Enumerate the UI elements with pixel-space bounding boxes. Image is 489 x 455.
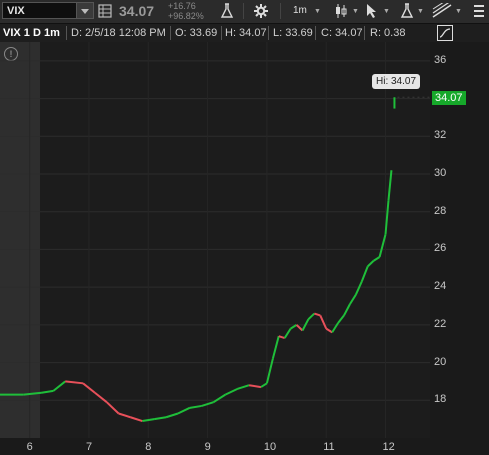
y-tick-label: 30	[434, 167, 447, 179]
drawings-icon[interactable]	[432, 2, 452, 20]
chevron-down-icon[interactable]	[76, 3, 93, 18]
change-values: +16.76 +96.82%	[168, 1, 204, 21]
y-tick-label: 32	[434, 129, 447, 142]
price-segment	[290, 324, 298, 330]
chevron-down-icon[interactable]: ▼	[314, 8, 321, 15]
price-segment	[271, 335, 280, 360]
infobar-separator	[66, 26, 67, 40]
price-segment	[295, 324, 304, 332]
infobar-separator	[268, 26, 269, 40]
chevron-down-icon[interactable]: ▼	[455, 8, 462, 15]
current-price-tag: 34.07	[432, 91, 466, 105]
gear-icon[interactable]	[254, 2, 268, 20]
price-segment	[236, 384, 250, 390]
price-segment	[52, 380, 66, 392]
chevron-down-icon[interactable]: ▼	[417, 8, 424, 15]
percent-change: +96.82%	[168, 11, 204, 21]
y-tick-label: 24	[434, 280, 447, 293]
style-toggle-icon[interactable]	[437, 24, 453, 42]
bar-close: C: 34.07	[321, 27, 363, 39]
price-segment	[65, 380, 84, 385]
studies-flask-icon[interactable]	[400, 2, 414, 20]
price-segment	[142, 418, 155, 423]
price-segment	[248, 384, 262, 389]
price-segment	[378, 234, 387, 258]
candlestick-icon[interactable]	[334, 2, 348, 20]
chart-symbol-aggregation[interactable]: VIX 1 D 1m	[3, 27, 60, 39]
net-change: +16.76	[168, 1, 196, 11]
toolbar-separator	[280, 3, 281, 19]
time-axis[interactable]: 6 7 8 9 10 11 12	[0, 438, 489, 455]
infobar-separator	[364, 26, 365, 40]
chevron-down-icon[interactable]: ▼	[383, 8, 390, 15]
infobar-separator	[315, 26, 316, 40]
x-tick-label: 10	[263, 441, 277, 453]
ohlc-infobar: VIX 1 D 1m D: 2/5/18 12:08 PM O: 33.69 H…	[0, 24, 489, 42]
timeframe-button[interactable]: 1m	[293, 5, 307, 16]
y-tick-label: 22	[434, 317, 447, 330]
y-tick-label: 26	[434, 242, 447, 255]
price-segment	[260, 382, 268, 388]
x-tick-label: 11	[323, 441, 335, 453]
price-segment	[307, 312, 316, 320]
bar-range: R: 0.38	[370, 27, 406, 39]
price-segment	[367, 260, 375, 268]
price-segment	[325, 327, 333, 334]
y-tick-label: 28	[434, 204, 447, 217]
price-line-plot	[0, 42, 430, 438]
y-tick-label: 36	[434, 53, 447, 66]
price-segment	[23, 391, 42, 396]
price-segment	[41, 389, 54, 394]
price-segment	[118, 412, 131, 419]
price-segment	[224, 388, 238, 396]
flask-icon[interactable]	[220, 2, 234, 20]
bar-low: L: 33.69	[273, 27, 313, 39]
price-segment	[314, 312, 321, 317]
price-segment	[106, 401, 120, 415]
infobar-separator	[221, 26, 222, 40]
last-price: 34.07	[119, 3, 155, 19]
price-segment	[212, 393, 226, 404]
y-tick-label: 20	[434, 355, 447, 368]
price-segment	[360, 266, 369, 282]
menu-icon[interactable]	[474, 2, 484, 20]
grid-icon[interactable]	[98, 2, 112, 20]
price-segment	[343, 303, 351, 316]
price-segment	[373, 256, 381, 262]
price-segment	[337, 314, 345, 324]
price-segment	[177, 406, 191, 415]
bar-high: H: 34.07	[225, 27, 267, 39]
price-segment	[319, 315, 328, 330]
toolbar-separator	[243, 3, 244, 19]
symbol-text: VIX	[7, 5, 25, 17]
high-bubble: Hi: 34.07	[372, 74, 421, 89]
price-segment	[130, 416, 143, 422]
price-segment	[387, 170, 393, 201]
y-tick-label: 18	[434, 393, 447, 406]
toolbar: VIX 34.07 +16.76 +96.82% 1m ▼ ▼ ▼ ▼ ▼	[0, 0, 489, 24]
x-tick-label: 9	[204, 441, 211, 453]
x-tick-label: 12	[382, 441, 395, 453]
cursor-arrow-icon[interactable]	[366, 2, 378, 20]
price-segment	[349, 294, 357, 305]
x-tick-label: 7	[85, 441, 93, 453]
symbol-selector[interactable]: VIX	[2, 2, 94, 19]
x-tick-label: 6	[26, 441, 33, 453]
x-tick-label: 8	[145, 441, 152, 453]
infobar-separator	[170, 26, 171, 40]
price-segment	[189, 404, 202, 409]
price-segment	[154, 416, 167, 421]
price-segment	[165, 412, 179, 419]
price-segment	[283, 328, 292, 339]
bar-open: O: 33.69	[175, 27, 218, 39]
chevron-down-icon[interactable]: ▼	[352, 8, 359, 15]
bar-date: D: 2/5/18 12:08 PM	[71, 27, 166, 39]
price-segment	[278, 335, 285, 340]
price-segment	[354, 281, 363, 296]
